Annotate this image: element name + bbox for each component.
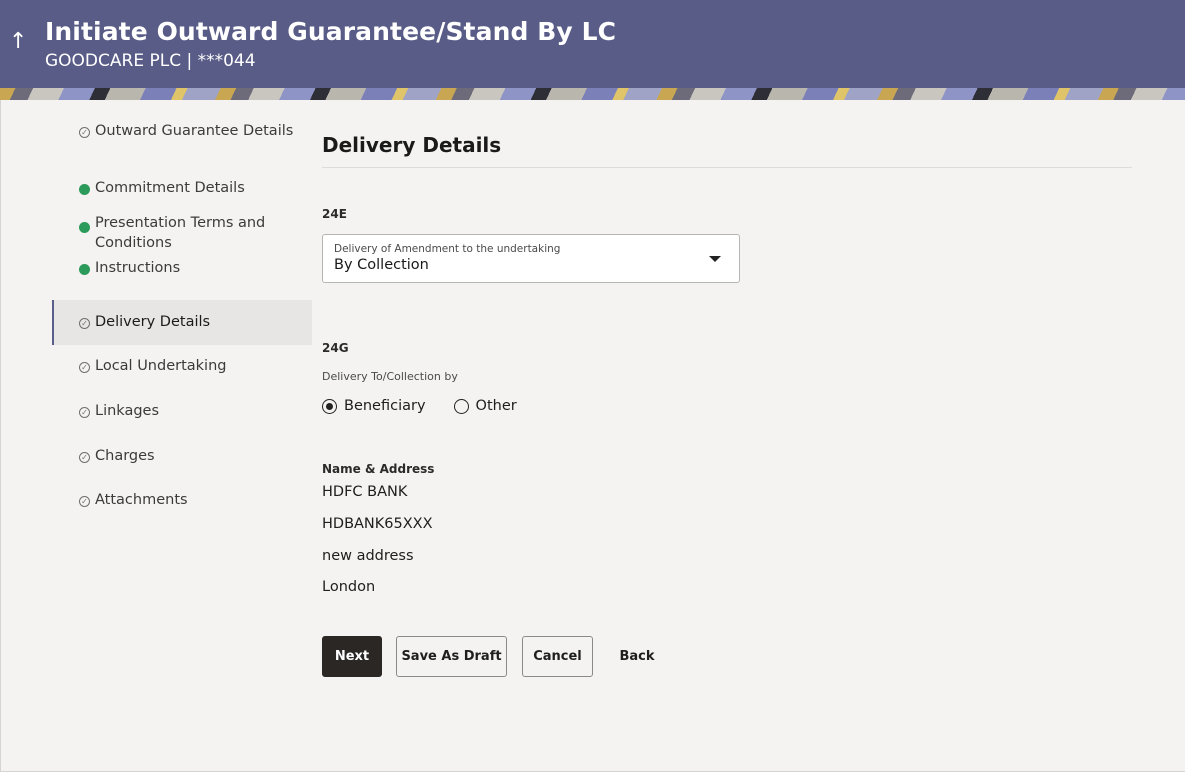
step-pending-icon: ✓ xyxy=(79,496,90,507)
radio-label: Beneficiary xyxy=(344,398,426,414)
nav-item-linkages[interactable]: ✓ Linkages xyxy=(52,390,312,435)
cancel-button[interactable]: Cancel xyxy=(522,636,593,677)
nav-item-label: Commitment Details xyxy=(95,180,245,196)
step-navigation: ✓ Outward Guarantee Details Commitment D… xyxy=(52,122,312,525)
step-complete-icon xyxy=(79,264,90,275)
nav-item-label: Attachments xyxy=(95,492,188,508)
select-value: By Collection xyxy=(334,257,429,273)
field-code-24e: 24E xyxy=(322,207,347,221)
step-complete-icon xyxy=(79,184,90,195)
section-divider xyxy=(322,167,1132,168)
nav-item-outward-guarantee-details[interactable]: ✓ Outward Guarantee Details xyxy=(52,122,312,167)
step-pending-icon: ✓ xyxy=(79,452,90,463)
nav-item-label: Local Undertaking xyxy=(95,358,227,374)
name-address-heading: Name & Address xyxy=(322,462,435,476)
step-current-icon: ✓ xyxy=(79,318,90,329)
select-label: Delivery of Amendment to the undertaking xyxy=(334,243,561,255)
nav-item-local-undertaking[interactable]: ✓ Local Undertaking xyxy=(52,345,312,390)
main-content: Delivery Details 24E Delivery of Amendme… xyxy=(322,130,1132,677)
step-pending-icon: ✓ xyxy=(79,127,90,138)
chevron-down-icon[interactable] xyxy=(709,256,721,262)
next-button[interactable]: Next xyxy=(322,636,382,677)
address-line: London xyxy=(322,579,376,595)
back-arrow-icon[interactable]: ↑ xyxy=(9,28,27,56)
radio-checked-icon[interactable] xyxy=(322,398,337,414)
party-subtitle: GOODCARE PLC | ***044 xyxy=(45,51,256,71)
step-pending-icon: ✓ xyxy=(79,362,90,373)
step-pending-icon: ✓ xyxy=(79,407,90,418)
nav-item-attachments[interactable]: ✓ Attachments xyxy=(52,480,312,525)
delivery-amendment-select[interactable]: Delivery of Amendment to the undertaking… xyxy=(322,234,740,283)
nav-item-charges[interactable]: ✓ Charges xyxy=(52,435,312,480)
radio-label: Other xyxy=(475,398,517,414)
radio-unchecked-icon[interactable] xyxy=(453,398,469,414)
delivery-to-radio-group: Beneficiary Other xyxy=(322,398,545,414)
nav-item-instructions[interactable]: Instructions xyxy=(52,258,312,303)
nav-item-presentation-terms[interactable]: Presentation Terms and Conditions xyxy=(52,212,312,258)
address-line: HDFC BANK xyxy=(322,484,408,500)
delivery-to-caption: Delivery To/Collection by xyxy=(322,370,458,383)
back-button[interactable]: Back xyxy=(607,636,667,677)
decorative-stripe xyxy=(0,88,1185,100)
nav-item-label: Charges xyxy=(95,448,155,464)
section-title: Delivery Details xyxy=(322,133,502,157)
nav-item-commitment-details[interactable]: Commitment Details xyxy=(52,167,312,212)
nav-item-label: Presentation Terms and Conditions xyxy=(95,215,266,251)
nav-item-delivery-details[interactable]: ✓ Delivery Details xyxy=(52,300,312,345)
radio-beneficiary[interactable]: Beneficiary xyxy=(322,398,426,414)
step-complete-icon xyxy=(79,222,90,233)
nav-item-label: Linkages xyxy=(95,403,160,419)
page-header: ↑ Initiate Outward Guarantee/Stand By LC… xyxy=(0,0,1185,100)
radio-other[interactable]: Other xyxy=(453,398,517,414)
nav-item-label: Delivery Details xyxy=(95,314,211,330)
field-code-24g: 24G xyxy=(322,341,349,355)
address-line: HDBANK65XXX xyxy=(322,516,433,532)
address-line: new address xyxy=(322,548,414,564)
nav-item-label: Outward Guarantee Details xyxy=(95,123,294,139)
nav-item-label: Instructions xyxy=(95,260,181,276)
page-title-header: Initiate Outward Guarantee/Stand By LC xyxy=(45,17,617,46)
save-as-draft-button[interactable]: Save As Draft xyxy=(396,636,507,677)
